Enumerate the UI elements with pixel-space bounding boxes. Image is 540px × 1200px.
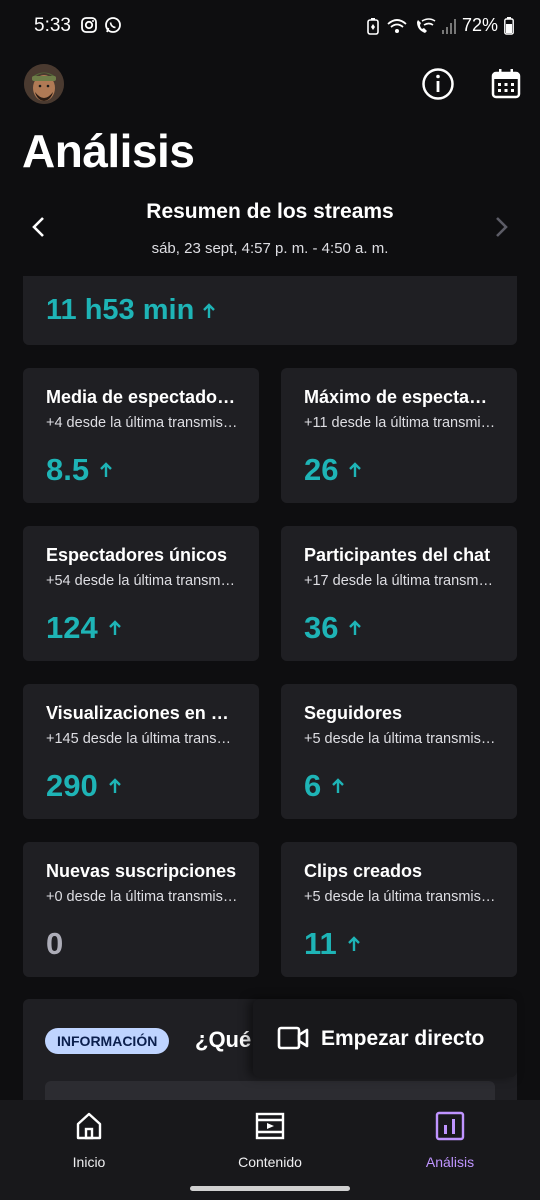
insight-question: ¿Qué <box>195 1027 252 1052</box>
stat-value: 11 h53 min <box>46 294 216 327</box>
instagram-icon <box>81 17 97 33</box>
stat-value-text: 11 <box>304 926 337 961</box>
stat-subtitle: +5 desde la última transmisión <box>304 731 496 747</box>
summary-title: Resumen de los streams <box>146 200 394 223</box>
nav-item-analytics[interactable]: Análisis <box>385 1108 515 1178</box>
stat-value-text: 26 <box>304 452 339 487</box>
start-stream-button[interactable]: Empezar directo <box>253 999 517 1077</box>
stat-value: 6 <box>304 768 345 804</box>
arrow-up-icon <box>349 620 362 635</box>
stat-value: 26 <box>304 452 362 488</box>
arrow-up-icon <box>203 302 216 318</box>
stat-card[interactable]: Participantes del chat +17 desde la últim… <box>281 526 517 661</box>
stat-title: Participantes del chat <box>304 545 491 565</box>
stat-value: 290 <box>46 768 122 804</box>
stat-value-text: 0 <box>46 926 64 961</box>
stat-subtitle: +11 desde la última transmisión <box>304 415 496 431</box>
nav-item-home[interactable]: Inicio <box>24 1108 154 1178</box>
stat-title: Nuevas suscripciones <box>46 861 237 881</box>
info-icon <box>422 68 454 100</box>
stat-value: 0 <box>46 926 63 962</box>
home-icon <box>76 1112 102 1140</box>
arrow-up-icon <box>347 936 360 951</box>
arrow-up-icon <box>108 778 121 793</box>
calendar-button[interactable] <box>488 66 524 102</box>
content-icon <box>255 1112 285 1140</box>
stream-duration-card[interactable]: 11 h53 min <box>23 276 517 345</box>
summary-nav: Resumen de los streams sáb, 23 sept, 4:5… <box>0 196 540 266</box>
summary-date: sáb, 23 sept, 4:57 p. m. - 4:50 a. m. <box>151 240 389 257</box>
stat-card[interactable]: Clips creados +5 desde la última transmis… <box>281 842 517 977</box>
avatar[interactable] <box>24 64 64 104</box>
stat-value-text: 290 <box>46 768 98 803</box>
stat-value: 36 <box>304 610 362 646</box>
home-indicator <box>190 1186 350 1191</box>
whatsapp-icon <box>105 17 121 33</box>
stat-subtitle: +17 desde la última transmisión <box>304 573 496 589</box>
stat-title: Espectadores únicos <box>46 545 228 565</box>
nav-label-analytics: Análisis <box>425 1154 475 1170</box>
analytics-icon <box>435 1111 465 1141</box>
stat-title: Máximo de espectadores <box>304 387 496 407</box>
stat-title: Seguidores <box>304 703 403 723</box>
signal-icon <box>441 18 456 34</box>
nav-label-home: Inicio <box>72 1154 106 1170</box>
status-right: 72% <box>366 15 514 36</box>
stat-value: 8.5 <box>46 452 113 488</box>
status-time: 5:33 <box>34 15 71 36</box>
avatar-image <box>24 64 64 104</box>
video-camera-icon <box>277 1026 309 1050</box>
stat-title: Visualizaciones en directo <box>46 703 238 723</box>
chevron-right-icon <box>496 217 508 237</box>
status-bar: 5:33 72% <box>0 0 540 56</box>
wifi-icon <box>387 18 407 33</box>
page-title: Análisis <box>22 125 195 177</box>
stat-subtitle: +5 desde la última transmisión <box>304 889 496 905</box>
stat-value-text: 124 <box>46 610 98 645</box>
stat-subtitle: +4 desde la última transmisión <box>46 415 238 431</box>
start-stream-label: Empezar directo <box>321 1027 485 1050</box>
stat-title: Clips creados <box>304 861 423 881</box>
stat-value-text: 36 <box>304 610 339 645</box>
nav-item-content[interactable]: Contenido <box>205 1108 335 1178</box>
stat-value-text: 6 <box>304 768 322 803</box>
stat-card[interactable]: Visualizaciones en directo +145 desde la … <box>23 684 259 819</box>
stat-card[interactable]: Máximo de espectadores +11 desde la últim… <box>281 368 517 503</box>
stat-value: 124 <box>46 610 122 646</box>
stat-card[interactable]: Espectadores únicos +54 desde la última t… <box>23 526 259 661</box>
stat-value: 11 <box>304 926 361 962</box>
calendar-icon <box>491 69 521 99</box>
battery-percent: 72% <box>461 15 498 35</box>
nav-label-content: Contenido <box>238 1154 302 1170</box>
next-stream-button[interactable] <box>486 212 516 242</box>
arrow-up-icon <box>108 620 121 635</box>
battery-saver-icon <box>367 17 379 35</box>
stat-card[interactable]: Seguidores +5 desde la última transmisión… <box>281 684 517 819</box>
arrow-up-icon <box>100 462 112 477</box>
battery-icon <box>504 16 514 35</box>
arrow-up-icon <box>349 462 362 477</box>
status-left-icons <box>80 16 122 34</box>
info-badge: INFORMACIÓN <box>45 1028 170 1054</box>
stat-card[interactable]: Nuevas suscripciones +0 desde la última t… <box>23 842 259 977</box>
stat-subtitle: +0 desde la última transmisión <box>46 889 238 905</box>
wifi-calling-icon <box>416 17 436 33</box>
bottom-nav: Inicio Contenido Análisis <box>0 1100 540 1200</box>
stat-value-text: 8.5 <box>46 452 90 487</box>
info-button[interactable] <box>420 66 456 102</box>
arrow-up-icon <box>332 778 345 793</box>
stat-title: Media de espectadores <box>46 387 238 407</box>
stat-subtitle: +145 desde la última transmisión <box>46 731 238 747</box>
stat-subtitle: +54 desde la última transmisión <box>46 573 238 589</box>
stat-card[interactable]: Media de espectadores +4 desde la última … <box>23 368 259 503</box>
stream-duration-value: 11 h53 min <box>46 294 195 326</box>
